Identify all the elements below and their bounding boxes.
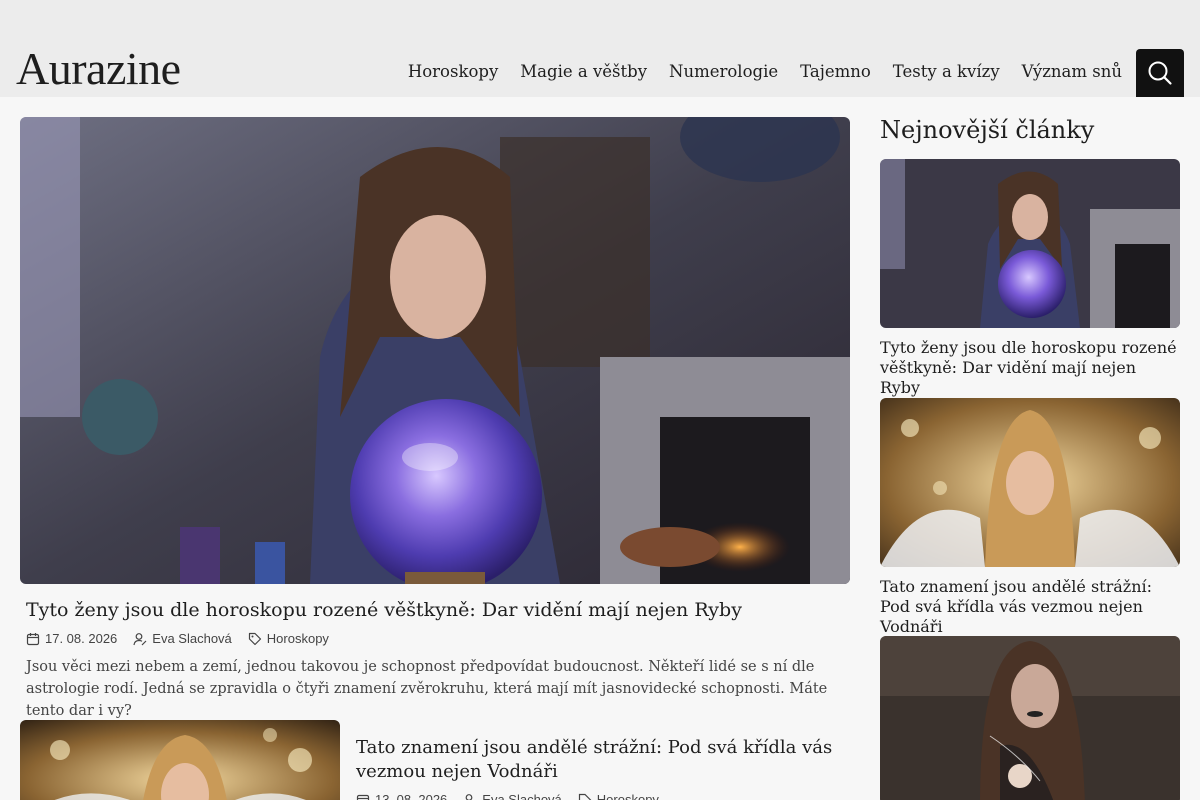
calendar-icon (26, 632, 40, 645)
tag-icon (248, 632, 261, 645)
article-author: Eva Slachová (133, 631, 232, 646)
tag-icon (578, 793, 592, 800)
site-header: Aurazine Horoskopy Magie a věštby Numero… (0, 0, 1200, 97)
article-author-text: Eva Slachová (152, 631, 232, 646)
article-category[interactable]: Horoskopy (248, 631, 329, 646)
author-icon (465, 793, 473, 800)
search-button[interactable] (1136, 49, 1184, 97)
article-category-text[interactable]: Horoskopy (597, 792, 659, 800)
calendar-icon (356, 794, 370, 800)
article-date: 13. 08. 2026 (356, 792, 447, 800)
article-author: Eva Slachová (463, 792, 562, 800)
sidebar-article-image[interactable] (880, 398, 1180, 567)
nav-item-numerologie[interactable]: Numerologie (669, 62, 778, 81)
second-article-title[interactable]: Tato znamení jsou andělé strážní: Pod sv… (356, 736, 836, 784)
second-article-image[interactable] (20, 720, 340, 800)
nav-item-horoskopy[interactable]: Horoskopy (408, 62, 498, 81)
article-category[interactable]: Horoskopy (578, 792, 659, 800)
second-article-meta: 13. 08. 2026 Eva Slachová Horoskopy (356, 792, 659, 800)
featured-article-excerpt: Jsou věci mezi nebem a zemí, jednou tako… (26, 659, 828, 719)
article-date-text: 17. 08. 2026 (45, 631, 118, 646)
site-logo[interactable]: Aurazine (16, 42, 181, 95)
nav-item-magie-a-vestby[interactable]: Magie a věštby (520, 62, 647, 81)
search-icon (1148, 61, 1172, 85)
sidebar-article-image[interactable] (880, 636, 1180, 800)
sidebar-article-title[interactable]: Tyto ženy jsou dle horoskopu rozené věšt… (880, 338, 1180, 398)
author-icon (133, 632, 147, 645)
sidebar-article-image[interactable] (880, 159, 1180, 328)
article-author-text: Eva Slachová (482, 792, 562, 800)
featured-article-image[interactable] (20, 117, 850, 584)
article-date: 17. 08. 2026 (26, 631, 117, 646)
featured-article-title[interactable]: Tyto ženy jsou dle horoskopu rozené věšt… (26, 598, 846, 623)
sidebar-article-title[interactable]: Tato znamení jsou andělé strážní: Pod sv… (880, 577, 1180, 637)
featured-article-meta: 17. 08. 2026 Eva Slachová Horoskopy (26, 631, 329, 646)
nav-item-tajemno[interactable]: Tajemno (800, 62, 871, 81)
main-nav: Horoskopy Magie a věštby Numerologie Taj… (408, 62, 1122, 81)
article-date-text: 13. 08. 2026 (375, 792, 448, 800)
nav-item-testy-a-kvizy[interactable]: Testy a kvízy (893, 62, 1000, 81)
nav-item-vyznam-snu[interactable]: Význam snů (1022, 62, 1122, 81)
article-category-text[interactable]: Horoskopy (267, 631, 329, 646)
sidebar-heading: Nejnovější články (880, 116, 1095, 144)
